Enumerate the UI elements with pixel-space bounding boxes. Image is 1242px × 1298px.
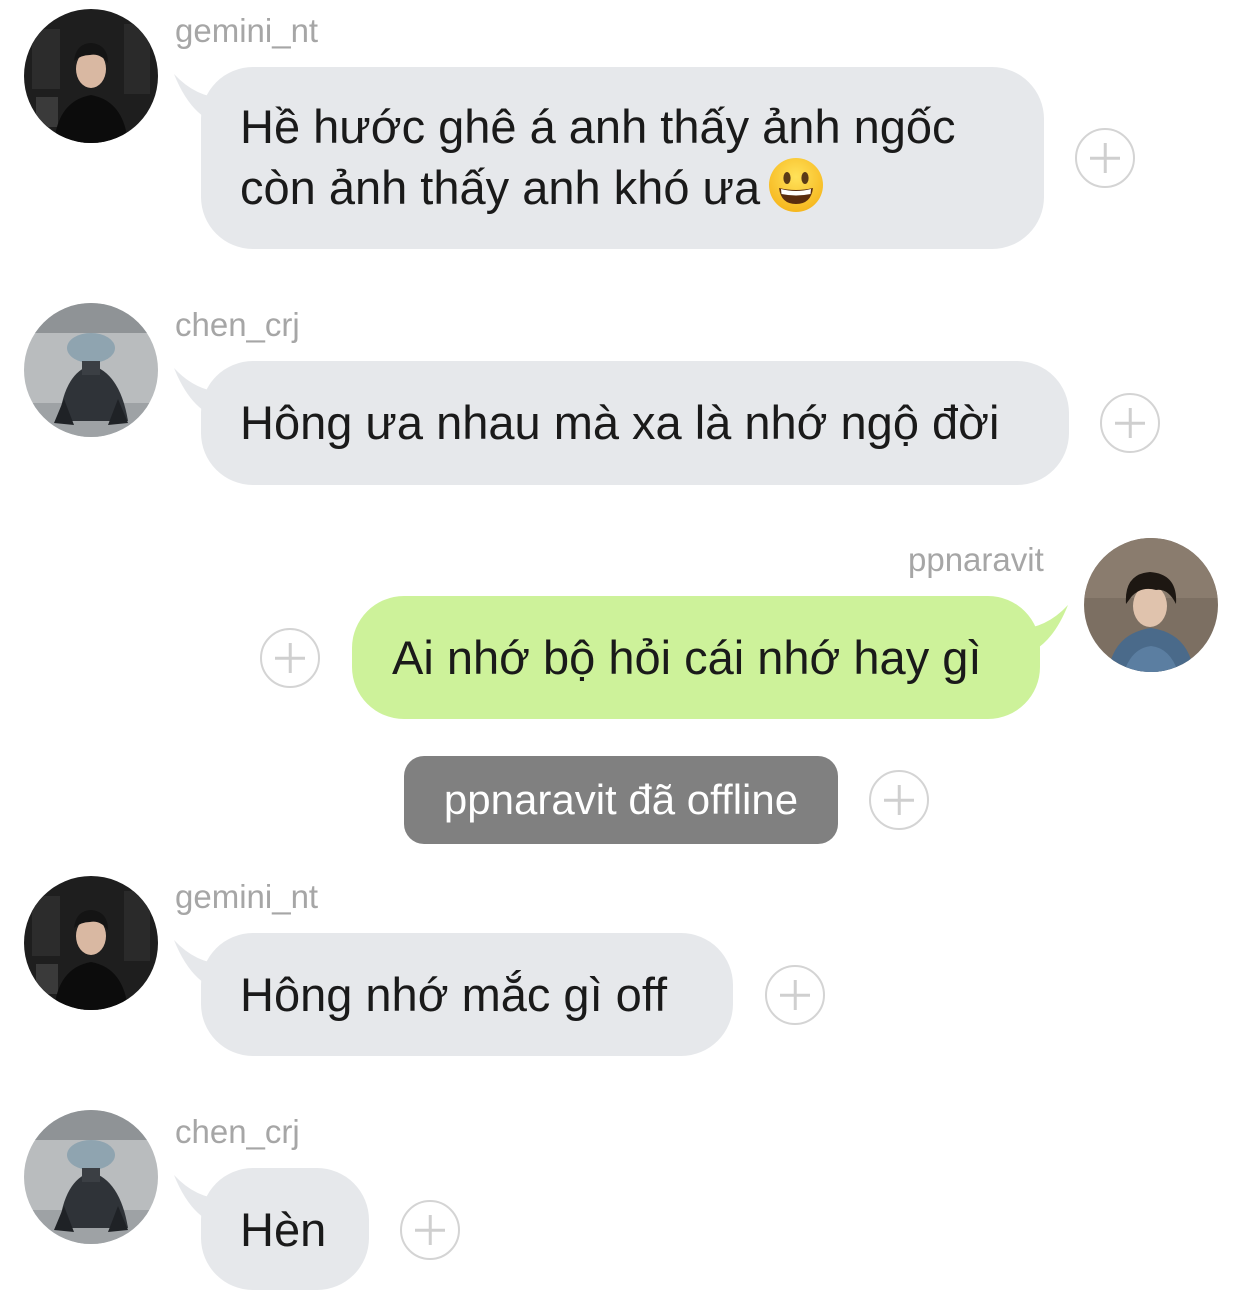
- sender-username: chen_crj: [175, 306, 300, 343]
- avatar-chen-crj[interactable]: [24, 303, 158, 437]
- message-text: Ai nhớ bộ hỏi cái nhớ hay gì: [392, 631, 982, 684]
- sender-username: chen_crj: [175, 1113, 300, 1150]
- avatar-gemini-nt[interactable]: [24, 876, 158, 1010]
- grinning-face-emoji-icon: [769, 158, 824, 212]
- avatar-ppnaravit[interactable]: [1084, 538, 1218, 672]
- message-bubble[interactable]: Hề hước ghê á anh thấy ảnh ngốc còn ảnh …: [201, 67, 1044, 249]
- message-bubble[interactable]: Hèn: [201, 1168, 369, 1290]
- add-reaction-button[interactable]: [1075, 128, 1135, 188]
- message-bubble[interactable]: Hông nhớ mắc gì off: [201, 933, 733, 1056]
- message-text-line: còn ảnh thấy anh khó ưa: [240, 161, 761, 214]
- message-text-line: Hề hước ghê á anh thấy ảnh ngốc: [240, 100, 956, 153]
- message-text: Hông nhớ mắc gì off: [240, 968, 668, 1021]
- system-status-text: ppnaravit đã offline: [443, 776, 799, 823]
- add-reaction-button[interactable]: [869, 770, 929, 830]
- add-reaction-button[interactable]: [1100, 393, 1160, 453]
- sender-username: gemini_nt: [175, 878, 319, 915]
- add-reaction-button[interactable]: [400, 1200, 460, 1260]
- add-reaction-button[interactable]: [765, 965, 825, 1025]
- message-text: Hèn: [240, 1203, 327, 1256]
- message-bubble[interactable]: Ai nhớ bộ hỏi cái nhớ hay gì: [352, 596, 1040, 719]
- chat-screen: gemini_nt Hề hước ghê á anh thấy ảnh ngố…: [0, 0, 1242, 1298]
- message-bubble[interactable]: Hông ưa nhau mà xa là nhớ ngộ đời: [201, 361, 1069, 485]
- sender-username: ppnaravit: [908, 541, 1044, 578]
- avatar-chen-crj[interactable]: [24, 1110, 158, 1244]
- sender-username: gemini_nt: [175, 12, 319, 49]
- system-status-pill: ppnaravit đã offline: [404, 756, 838, 844]
- avatar-gemini-nt[interactable]: [24, 9, 158, 143]
- message-text: Hông ưa nhau mà xa là nhớ ngộ đời: [240, 396, 1000, 449]
- add-reaction-button[interactable]: [260, 628, 320, 688]
